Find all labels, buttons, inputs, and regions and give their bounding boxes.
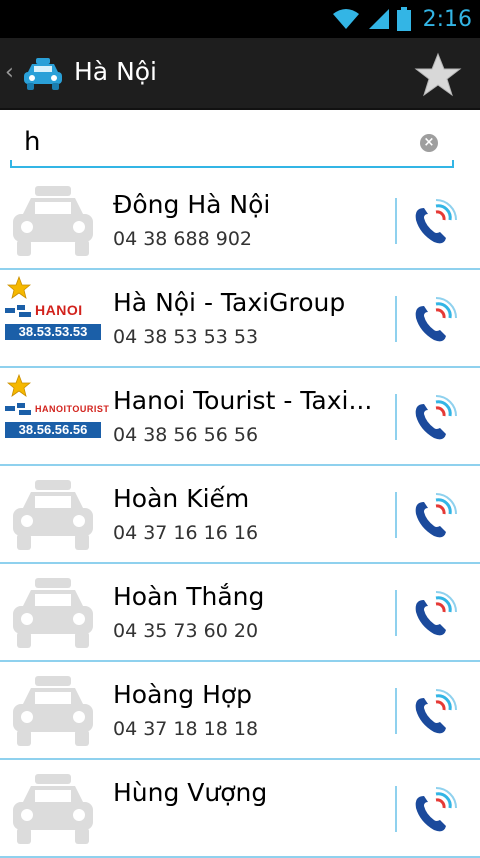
up-chevron-icon[interactable]: ‹: [5, 60, 14, 85]
divider: [395, 688, 397, 734]
logo-brand: HANOITOURIST: [35, 404, 110, 414]
call-icon[interactable]: [406, 296, 458, 346]
status-icons: 2:16: [331, 0, 472, 38]
company-name: Hoàn Kiếm: [113, 484, 250, 513]
call-icon[interactable]: [406, 492, 458, 542]
page-title: Hà Nội: [74, 57, 158, 86]
taxi-list: Đông Hà Nội 04 38 688 902 HANOI 38.53.53…: [0, 172, 480, 858]
list-item[interactable]: Hoàn Thắng 04 35 73 60 20: [0, 564, 480, 662]
phone-number: 04 38 56 56 56: [113, 424, 259, 446]
favorite-star-icon[interactable]: [414, 52, 462, 98]
divider: [395, 296, 397, 342]
thumbnail: [5, 576, 101, 650]
list-item[interactable]: Hoàn Kiếm 04 37 16 16 16: [0, 466, 480, 564]
divider: [395, 394, 397, 440]
call-icon[interactable]: [406, 590, 458, 640]
logo-mark-icon: [5, 305, 31, 317]
thumbnail: [5, 478, 101, 552]
phone-number: 04 37 18 18 18: [113, 718, 259, 740]
phone-number: 04 37 16 16 16: [113, 522, 259, 544]
search-underline-right: [452, 160, 454, 168]
signal-icon: [368, 9, 389, 29]
taxi-placeholder-icon: [13, 480, 93, 550]
thumbnail: [5, 772, 101, 846]
company-name: Đông Hà Nội: [113, 190, 271, 219]
list-item[interactable]: HANOITOURIST 38.56.56.56 Hanoi Tourist -…: [0, 368, 480, 466]
taxi-placeholder-icon: [13, 774, 93, 844]
list-item[interactable]: Hoàng Hợp 04 37 18 18 18: [0, 662, 480, 760]
call-icon[interactable]: [406, 786, 458, 836]
status-bar: 2:16: [0, 0, 480, 38]
divider: [395, 786, 397, 832]
taxi-placeholder-icon: [13, 676, 93, 746]
action-bar: ‹ Hà Nội: [0, 38, 480, 110]
company-name: Hà Nội - TaxiGroup: [113, 288, 346, 317]
company-name: Hanoi Tourist - Taxi...: [113, 386, 373, 415]
company-name: Hoàng Hợp: [113, 680, 253, 709]
phone-number: 04 38 53 53 53: [113, 326, 259, 348]
company-logo: HANOITOURIST 38.56.56.56: [5, 398, 109, 444]
divider: [395, 590, 397, 636]
search-bar: ×: [10, 120, 454, 170]
company-name: Hùng Vượng: [113, 778, 268, 807]
clock: 2:16: [422, 6, 472, 32]
logo-number: 38.56.56.56: [5, 422, 101, 438]
company-logo: HANOI 38.53.53.53: [5, 300, 101, 346]
call-icon[interactable]: [406, 688, 458, 738]
list-item[interactable]: Đông Hà Nội 04 38 688 902: [0, 172, 480, 270]
wifi-icon: [332, 9, 359, 29]
divider: [395, 198, 397, 244]
call-icon[interactable]: [406, 394, 458, 444]
call-icon[interactable]: [406, 198, 458, 248]
phone-number: 04 35 73 60 20: [113, 620, 259, 642]
taxi-placeholder-icon: [13, 578, 93, 648]
logo-mark-icon: [5, 403, 31, 415]
thumbnail: [5, 184, 101, 258]
company-name: Hoàn Thắng: [113, 582, 265, 611]
list-item[interactable]: Hùng Vượng: [0, 760, 480, 858]
favorite-star-icon: [6, 373, 32, 398]
clear-icon[interactable]: ×: [420, 134, 438, 152]
logo-brand: HANOI: [35, 302, 83, 318]
battery-icon: [396, 7, 411, 31]
taxi-icon[interactable]: [22, 56, 64, 92]
list-item[interactable]: HANOI 38.53.53.53 Hà Nội - TaxiGroup 04 …: [0, 270, 480, 368]
divider: [395, 492, 397, 538]
phone-number: 04 38 688 902: [113, 228, 253, 250]
thumbnail: [5, 674, 101, 748]
search-underline: [10, 166, 454, 168]
logo-number: 38.53.53.53: [5, 324, 101, 340]
search-input[interactable]: [10, 120, 410, 164]
taxi-placeholder-icon: [13, 186, 93, 256]
search-underline-left: [10, 160, 12, 168]
favorite-star-icon: [6, 275, 32, 300]
